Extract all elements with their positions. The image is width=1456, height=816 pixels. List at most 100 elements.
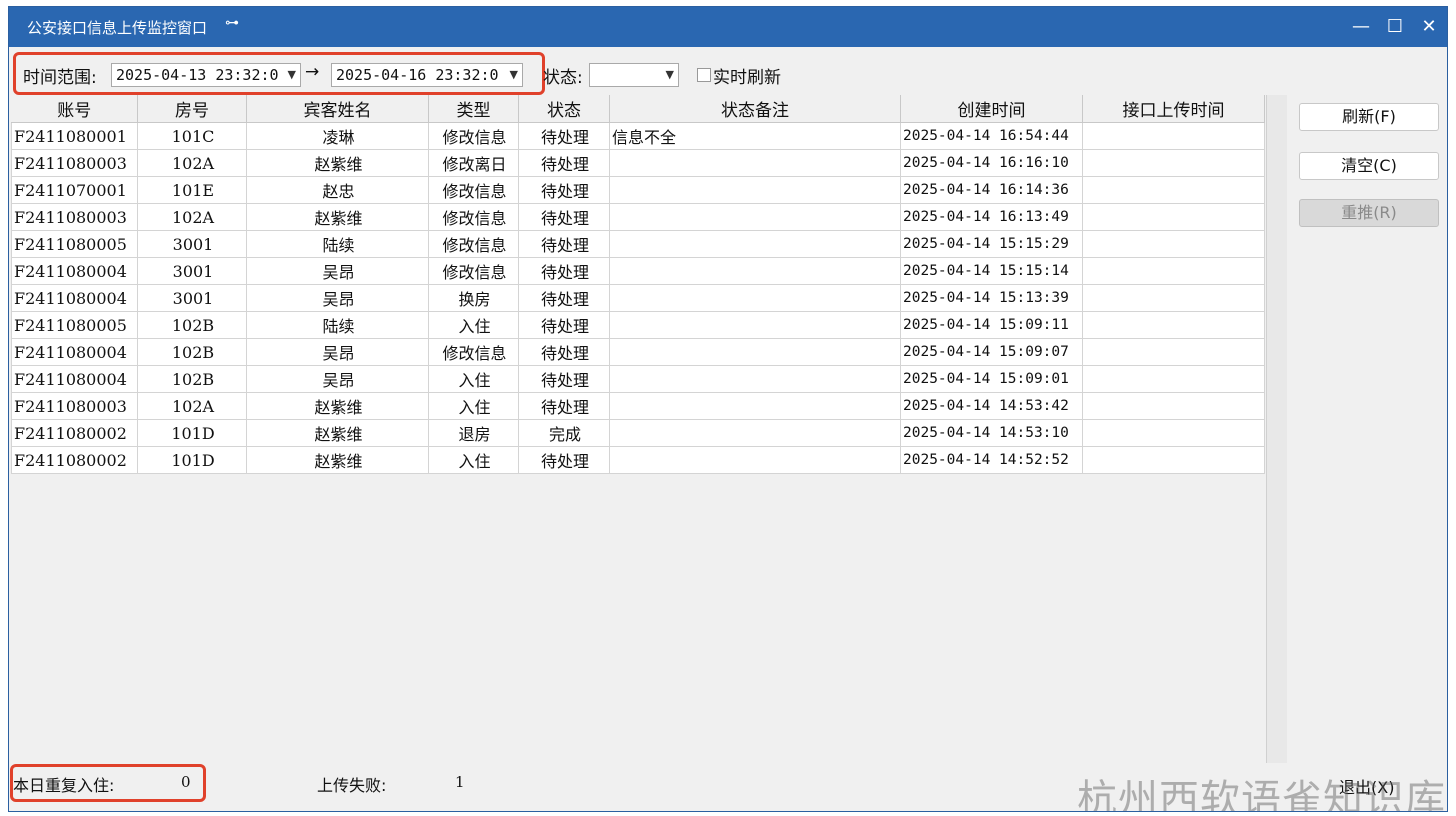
cell-status-note (609, 311, 901, 339)
cell-created-time: 2025-04-14 15:15:29 (900, 230, 1083, 258)
realtime-refresh-label[interactable]: 实时刷新 (713, 63, 781, 88)
cell-status-note (609, 149, 901, 177)
cell-guest-name: 陆续 (246, 230, 429, 258)
column-header-created-time[interactable]: 创建时间 (900, 95, 1083, 123)
cell-created-time: 2025-04-14 15:09:07 (900, 338, 1083, 366)
cell-status-note (609, 419, 901, 447)
cell-upload-time (1082, 365, 1265, 393)
start-time-combo[interactable]: 2025-04-13 23:32:0 ▼ (111, 63, 301, 87)
cell-status: 待处理 (518, 176, 610, 204)
table-row[interactable]: F2411080001 101C 凌琳 修改信息 待处理 信息不全 2025-04-14 1… (11, 122, 1265, 150)
repush-button[interactable]: 重推(R) (1299, 199, 1439, 227)
column-header-type[interactable]: 类型 (428, 95, 519, 123)
table-row[interactable]: F2411080003 102A 赵紫维 入住 待处理 2025-04-14 14:53:… (11, 392, 1265, 420)
cell-type: 修改信息 (428, 203, 519, 231)
cell-upload-time (1082, 230, 1265, 258)
cell-status-note (609, 284, 901, 312)
column-header-account[interactable]: 账号 (11, 95, 138, 123)
cell-account: F2411080002 (11, 446, 138, 474)
cell-room: 102B (137, 338, 247, 366)
cell-type: 修改信息 (428, 122, 519, 150)
cell-status-note (609, 203, 901, 231)
cell-type: 入住 (428, 392, 519, 420)
close-button[interactable]: ✕ (1415, 13, 1443, 41)
table-row[interactable]: F2411080004 3001 吴昂 修改信息 待处理 2025-04-14 15:15… (11, 257, 1265, 285)
cell-guest-name: 吴昂 (246, 365, 429, 393)
end-time-value: 2025-04-16 23:32:0 (336, 66, 499, 84)
cell-guest-name: 赵忠 (246, 176, 429, 204)
refresh-button[interactable]: 刷新(F) (1299, 103, 1439, 131)
table-row[interactable]: F2411080004 102B 吴昂 入住 待处理 2025-04-14 15:09:0… (11, 365, 1265, 393)
upload-log-grid[interactable]: 账号 房号 宾客姓名 类型 状态 状态备注 创建时间 接口上传时间 F24110… (11, 95, 1267, 763)
vertical-scrollbar[interactable] (1266, 95, 1287, 763)
cell-account: F2411080004 (11, 338, 138, 366)
cell-created-time: 2025-04-14 16:14:36 (900, 176, 1083, 204)
cell-type: 修改信息 (428, 176, 519, 204)
cell-status: 待处理 (518, 203, 610, 231)
cell-room: 102A (137, 392, 247, 420)
title-bar[interactable]: 公安接口信息上传监控窗口 ⊶ — ☐ ✕ (9, 7, 1447, 47)
cell-type: 入住 (428, 446, 519, 474)
cell-status: 完成 (518, 419, 610, 447)
column-header-room[interactable]: 房号 (137, 95, 247, 123)
table-row[interactable]: F2411080003 102A 赵紫维 修改离日 待处理 2025-04-14 16:1… (11, 149, 1265, 177)
range-arrow: → (305, 62, 320, 82)
cell-upload-time (1082, 446, 1265, 474)
cell-account: F2411080003 (11, 392, 138, 420)
end-time-combo[interactable]: 2025-04-16 23:32:0 ▼ (331, 63, 523, 87)
cell-status: 待处理 (518, 149, 610, 177)
table-row[interactable]: F2411080005 102B 陆续 入住 待处理 2025-04-14 15:09:1… (11, 311, 1265, 339)
cell-account: F2411080005 (11, 230, 138, 258)
cell-created-time: 2025-04-14 16:16:10 (900, 149, 1083, 177)
table-row[interactable]: F2411080002 101D 赵紫维 退房 完成 2025-04-14 14:53:1… (11, 419, 1265, 447)
column-header-upload-time[interactable]: 接口上传时间 (1082, 95, 1265, 123)
maximize-button[interactable]: ☐ (1381, 13, 1409, 41)
upload-log-table: 账号 房号 宾客姓名 类型 状态 状态备注 创建时间 接口上传时间 F24110… (11, 95, 1265, 474)
duplicate-checkin-label: 本日重复入住: (13, 776, 115, 795)
table-row[interactable]: F2411080002 101D 赵紫维 入住 待处理 2025-04-14 14:52:… (11, 446, 1265, 474)
cell-upload-time (1082, 338, 1265, 366)
cell-guest-name: 吴昂 (246, 338, 429, 366)
table-row[interactable]: F2411080005 3001 陆续 修改信息 待处理 2025-04-14 15:15… (11, 230, 1265, 258)
cell-account: F2411080001 (11, 122, 138, 150)
cell-status: 待处理 (518, 257, 610, 285)
cell-account: F2411080004 (11, 365, 138, 393)
table-header-row: 账号 房号 宾客姓名 类型 状态 状态备注 创建时间 接口上传时间 (11, 95, 1265, 123)
cell-room: 101E (137, 176, 247, 204)
cell-room: 102A (137, 203, 247, 231)
cell-status: 待处理 (518, 365, 610, 393)
table-row[interactable]: F2411070001 101E 赵忠 修改信息 待处理 2025-04-14 16:14… (11, 176, 1265, 204)
cell-room: 102B (137, 365, 247, 393)
clear-button[interactable]: 清空(C) (1299, 152, 1439, 180)
upload-fail-label: 上传失败: (317, 776, 387, 795)
cell-created-time: 2025-04-14 14:53:10 (900, 419, 1083, 447)
table-row[interactable]: F2411080003 102A 赵紫维 修改信息 待处理 2025-04-14 16:1… (11, 203, 1265, 231)
cell-upload-time (1082, 149, 1265, 177)
cell-created-time: 2025-04-14 14:53:42 (900, 392, 1083, 420)
realtime-refresh-checkbox[interactable] (697, 68, 711, 82)
time-range-label: 时间范围: (23, 68, 97, 88)
cell-guest-name: 赵紫维 (246, 203, 429, 231)
cell-created-time: 2025-04-14 16:13:49 (900, 203, 1083, 231)
minimize-button[interactable]: — (1347, 13, 1375, 41)
cell-status-note (609, 365, 901, 393)
column-header-guest-name[interactable]: 宾客姓名 (246, 95, 429, 123)
column-header-status[interactable]: 状态 (518, 95, 610, 123)
pin-icon[interactable]: ⊶ (225, 15, 239, 31)
filter-bar: 时间范围: 2025-04-13 23:32:0 ▼ → 2025-04-16 … (9, 52, 1447, 95)
status-filter-combo[interactable]: ▼ (589, 63, 679, 87)
cell-account: F2411080004 (11, 257, 138, 285)
cell-room: 101D (137, 419, 247, 447)
table-row[interactable]: F2411080004 3001 吴昂 换房 待处理 2025-04-14 15:13:3… (11, 284, 1265, 312)
cell-room: 3001 (137, 257, 247, 285)
table-row[interactable]: F2411080004 102B 吴昂 修改信息 待处理 2025-04-14 15:09… (11, 338, 1265, 366)
cell-guest-name: 赵紫维 (246, 392, 429, 420)
cell-room: 3001 (137, 284, 247, 312)
cell-guest-name: 赵紫维 (246, 419, 429, 447)
cell-guest-name: 赵紫维 (246, 149, 429, 177)
cell-upload-time (1082, 311, 1265, 339)
cell-guest-name: 陆续 (246, 311, 429, 339)
cell-upload-time (1082, 176, 1265, 204)
column-header-status-note[interactable]: 状态备注 (609, 95, 901, 123)
watermark-text: 杭州西软语雀知识库 (1077, 777, 1446, 812)
